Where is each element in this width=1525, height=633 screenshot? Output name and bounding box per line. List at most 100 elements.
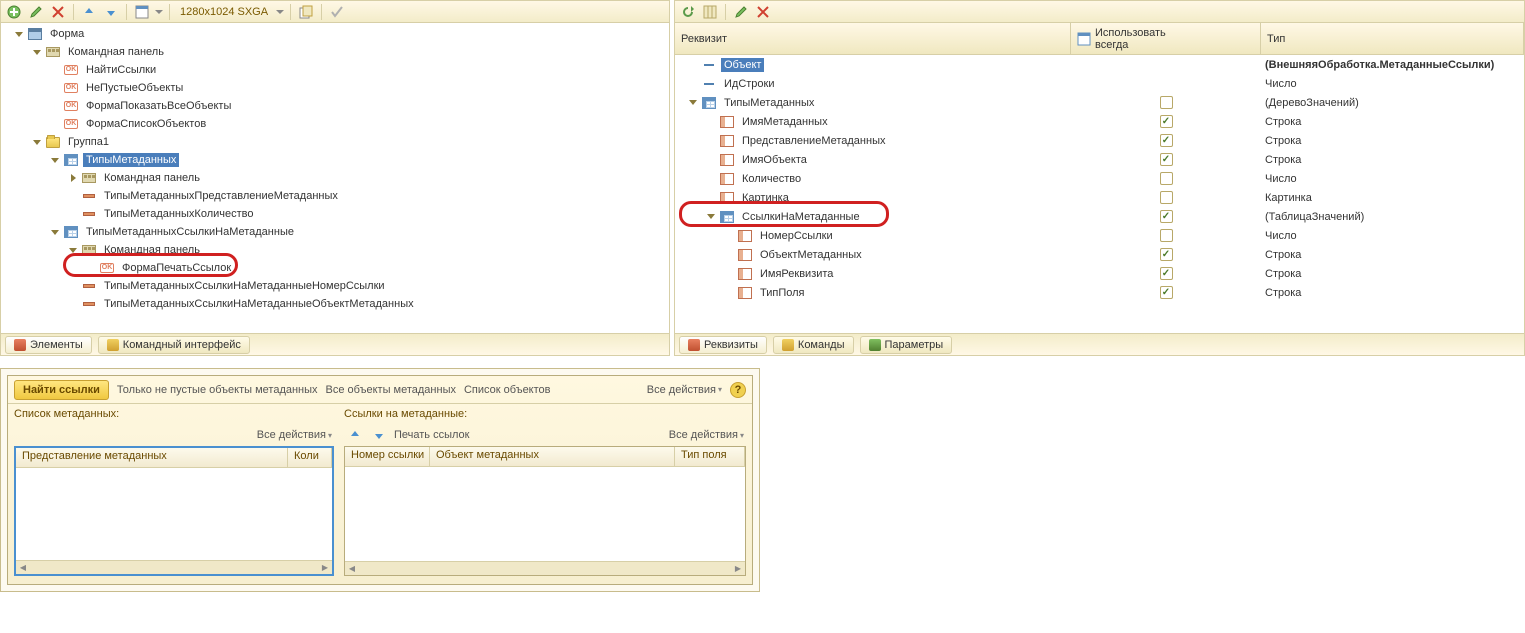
- move-down-icon[interactable]: [370, 426, 388, 444]
- section-label: Список метаданных:: [14, 408, 334, 420]
- tree-item[interactable]: OKФормаПоказатьВсеОбъекты: [1, 97, 669, 115]
- hscrollbar[interactable]: ◀▶: [345, 561, 745, 575]
- copy-icon[interactable]: [297, 3, 315, 21]
- edit-icon[interactable]: [27, 3, 45, 21]
- tab-requisites[interactable]: Реквизиты: [679, 336, 767, 354]
- object-list-button[interactable]: Список объектов: [464, 384, 551, 396]
- tab-commands[interactable]: Команды: [773, 336, 854, 354]
- tree-item[interactable]: Командная панель: [1, 241, 669, 259]
- dropdown-icon[interactable]: [155, 3, 163, 21]
- expander-icon[interactable]: [67, 244, 79, 256]
- expander-icon[interactable]: [31, 136, 43, 148]
- tree-item[interactable]: OKФормаСписокОбъектов: [1, 115, 669, 133]
- tree-item[interactable]: ТипыМетаданныхКоличество: [1, 205, 669, 223]
- columns-icon[interactable]: [701, 3, 719, 21]
- edit-icon[interactable]: [732, 3, 750, 21]
- col-link-number[interactable]: Номер ссылки: [345, 447, 430, 466]
- tree-item[interactable]: ТипыМетаданных: [1, 151, 669, 169]
- tree-item[interactable]: Командная панель: [1, 169, 669, 187]
- field-icon: [81, 189, 97, 203]
- grid-row[interactable]: КоличествоЧисло: [675, 169, 1524, 188]
- use-always-checkbox[interactable]: [1160, 267, 1173, 280]
- print-links-button[interactable]: Печать ссылок: [394, 429, 469, 441]
- grid-row[interactable]: ИмяРеквизитаСтрока: [675, 264, 1524, 283]
- delete-icon[interactable]: [754, 3, 772, 21]
- refresh-icon[interactable]: [679, 3, 697, 21]
- move-down-icon[interactable]: [102, 3, 120, 21]
- tree-item[interactable]: Командная панель: [1, 43, 669, 61]
- links-table[interactable]: Номер ссылки Объект метаданных Тип поля …: [344, 446, 746, 576]
- grid-row[interactable]: КартинкаКартинка: [675, 188, 1524, 207]
- tab-command-interface[interactable]: Командный интерфейс: [98, 336, 250, 354]
- col-metadata-object[interactable]: Объект метаданных: [430, 447, 675, 466]
- dropdown-icon[interactable]: [276, 3, 284, 21]
- tab-elements[interactable]: Элементы: [5, 336, 92, 354]
- all-objects-button[interactable]: Все объекты метаданных: [326, 384, 456, 396]
- use-always-checkbox[interactable]: [1160, 172, 1173, 185]
- tree-item[interactable]: ТипыМетаданныхПредставлениеМетаданных: [1, 187, 669, 205]
- grid-row[interactable]: ОбъектМетаданныхСтрока: [675, 245, 1524, 264]
- elements-tree[interactable]: ФормаКомандная панельOKНайтиСсылкиOKНеПу…: [1, 23, 669, 333]
- tree-item[interactable]: Группа1: [1, 133, 669, 151]
- hscrollbar[interactable]: ◀▶: [16, 560, 332, 574]
- tree-item[interactable]: ТипыМетаданныхСсылкиНаМетаданныеОбъектМе…: [1, 295, 669, 313]
- expander-icon[interactable]: [31, 46, 43, 58]
- help-icon[interactable]: ?: [730, 382, 746, 398]
- all-actions-dropdown[interactable]: Все действия: [669, 429, 744, 441]
- tree-item[interactable]: ТипыМетаданныхСсылкиНаМетаданные: [1, 223, 669, 241]
- move-up-icon[interactable]: [80, 3, 98, 21]
- expander-icon[interactable]: [687, 97, 699, 109]
- tree-item[interactable]: OKНеПустыеОбъекты: [1, 79, 669, 97]
- expander-icon[interactable]: [13, 28, 25, 40]
- use-always-checkbox[interactable]: [1160, 210, 1173, 223]
- tree-item[interactable]: ТипыМетаданныхСсылкиНаМетаданныеНомерСсы…: [1, 277, 669, 295]
- grid-row[interactable]: ИмяОбъектаСтрока: [675, 150, 1524, 169]
- use-always-checkbox[interactable]: [1160, 286, 1173, 299]
- resolution-selector[interactable]: 1280x1024 SXGA: [176, 6, 272, 18]
- expander-icon[interactable]: [49, 226, 61, 238]
- delete-icon[interactable]: [49, 3, 67, 21]
- use-always-checkbox[interactable]: [1160, 115, 1173, 128]
- move-up-icon[interactable]: [346, 426, 364, 444]
- cmdpanel-icon: [81, 243, 97, 257]
- tree-item[interactable]: Форма: [1, 25, 669, 43]
- col-type[interactable]: Тип: [1261, 23, 1524, 54]
- tree-item[interactable]: OKФормаПечатьСсылок: [1, 259, 669, 277]
- use-always-checkbox[interactable]: [1160, 153, 1173, 166]
- properties-icon[interactable]: [133, 3, 151, 21]
- all-actions-dropdown[interactable]: Все действия: [647, 384, 722, 396]
- use-always-checkbox[interactable]: [1160, 96, 1173, 109]
- all-actions-dropdown[interactable]: Все действия: [257, 429, 332, 441]
- use-always-checkbox[interactable]: [1160, 191, 1173, 204]
- nonempty-button[interactable]: Только не пустые объекты метаданных: [117, 384, 318, 396]
- col-representation[interactable]: Представление метаданных: [16, 448, 288, 467]
- add-icon[interactable]: [5, 3, 23, 21]
- grid-row[interactable]: ТипыМетаданных(ДеревоЗначений): [675, 93, 1524, 112]
- grid-row[interactable]: ТипПоляСтрока: [675, 283, 1524, 302]
- col-use-always[interactable]: Использовать всегда: [1071, 23, 1261, 54]
- grid-row[interactable]: НомерСсылкиЧисло: [675, 226, 1524, 245]
- use-always-checkbox[interactable]: [1160, 134, 1173, 147]
- requisites-icon: [688, 339, 700, 351]
- grid-row[interactable]: ИдСтрокиЧисло: [675, 74, 1524, 93]
- check-icon[interactable]: [328, 3, 346, 21]
- find-links-button[interactable]: Найти ссылки: [14, 380, 109, 400]
- type-label: Число: [1261, 78, 1524, 90]
- requisite-label: ТипыМетаданных: [721, 96, 817, 110]
- tab-parameters[interactable]: Параметры: [860, 336, 953, 354]
- col-count[interactable]: Коли: [288, 448, 332, 467]
- tree-item[interactable]: OKНайтиСсылки: [1, 61, 669, 79]
- col-field-type[interactable]: Тип поля: [675, 447, 745, 466]
- use-always-checkbox[interactable]: [1160, 229, 1173, 242]
- grid-row[interactable]: СсылкиНаМетаданные(ТаблицаЗначений): [675, 207, 1524, 226]
- requisites-grid[interactable]: Объект(ВнешняяОбработка.МетаданныеСсылки…: [675, 55, 1524, 333]
- use-always-checkbox[interactable]: [1160, 248, 1173, 261]
- expander-icon[interactable]: [49, 154, 61, 166]
- expander-icon[interactable]: [67, 172, 79, 184]
- expander-icon[interactable]: [705, 211, 717, 223]
- grid-row[interactable]: ИмяМетаданныхСтрока: [675, 112, 1524, 131]
- metadata-types-table[interactable]: Представление метаданных Коли ◀▶: [14, 446, 334, 576]
- col-requisite[interactable]: Реквизит: [675, 23, 1071, 54]
- grid-row[interactable]: Объект(ВнешняяОбработка.МетаданныеСсылки…: [675, 55, 1524, 74]
- grid-row[interactable]: ПредставлениеМетаданныхСтрока: [675, 131, 1524, 150]
